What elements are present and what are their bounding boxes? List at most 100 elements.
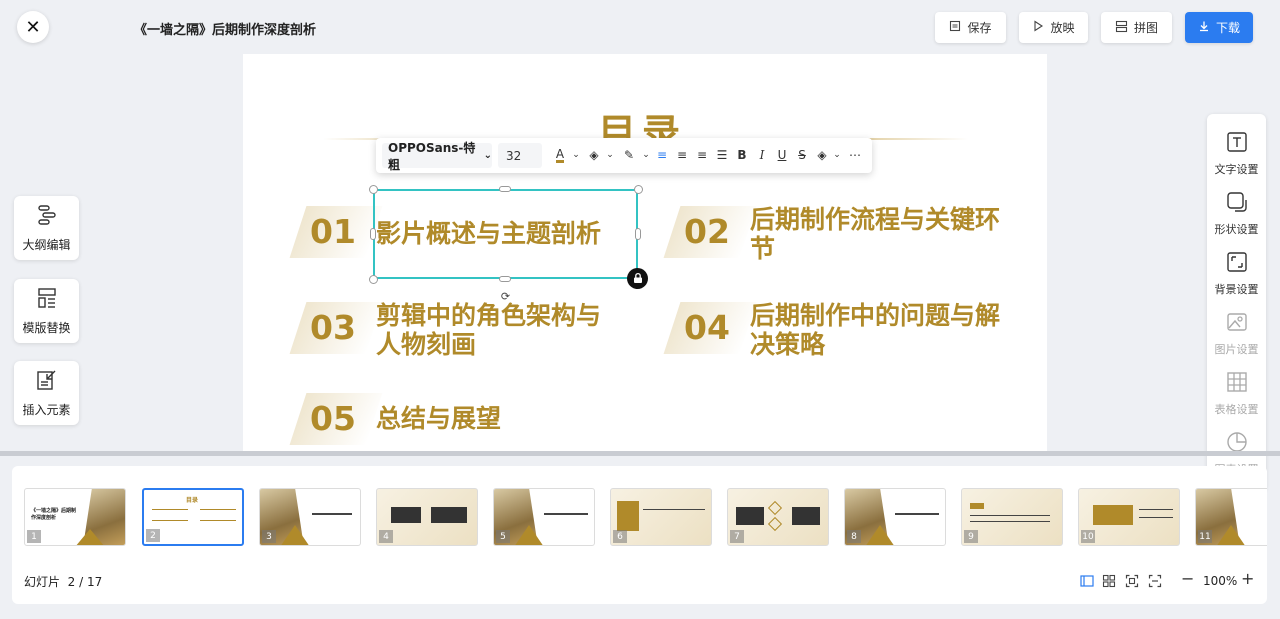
lock-icon (632, 269, 644, 288)
close-icon: ✕ (25, 16, 41, 38)
font-family-select[interactable]: OPPOSans-特粗 ⌄ (382, 141, 492, 172)
zoom-level: 100% (1203, 574, 1238, 588)
slide-thumbnail-active[interactable]: 目录 2 (142, 488, 244, 546)
table-icon (1226, 371, 1248, 396)
top-bar: ✕ 《一墙之隔》后期制作深度剖析 保存 放映 拼图 下载 (0, 0, 1280, 54)
item-number[interactable]: 04 (684, 308, 730, 347)
paint-bucket-icon: ◈ (589, 148, 599, 162)
thumbnail-strip: 《一墙之隔》后期制作深度剖析 1 目录 2 3 4 5 6 7 8 9 10 1… (12, 466, 1267, 604)
slide-thumbnail[interactable]: 10 (1078, 488, 1180, 546)
slide-thumbnail[interactable]: 5 (493, 488, 595, 546)
fit-screen-button[interactable] (1125, 573, 1141, 588)
font-color-icon: A (555, 146, 565, 163)
align-center-icon: ≡ (676, 148, 688, 162)
panel-splitter[interactable] (0, 451, 1280, 456)
resize-handle-bottom[interactable] (499, 276, 511, 282)
item-text[interactable]: 后期制作中的问题与解决策略 (750, 301, 1005, 359)
slide-canvas[interactable]: 目录 01 影片概述与主题剖析 02 后期制作流程与关键环节 03 剪辑中的角色… (243, 54, 1047, 451)
download-button[interactable]: 下载 (1185, 12, 1253, 43)
slide-thumbnail[interactable]: 7 (727, 488, 829, 546)
play-button[interactable]: 放映 (1019, 12, 1088, 43)
item-number[interactable]: 05 (310, 399, 356, 438)
normal-view-icon (1080, 573, 1094, 592)
align-left-button[interactable]: ≡ (653, 146, 671, 164)
rotate-handle[interactable]: ⟳ (498, 289, 513, 304)
chevron-down-icon[interactable]: ⌄ (828, 146, 846, 164)
resize-handle-top-left[interactable] (369, 185, 378, 194)
insert-element-button[interactable]: 插入元素 (14, 361, 79, 425)
border-color-button[interactable]: ✎ (620, 146, 638, 164)
document-title: 《一墙之隔》后期制作深度剖析 (134, 23, 317, 38)
underline-icon: U (777, 148, 787, 162)
strikethrough-button[interactable]: S (793, 146, 811, 164)
bold-button[interactable]: B (733, 146, 751, 164)
lock-button[interactable] (627, 268, 648, 289)
background-settings-button[interactable]: 背景设置 (1207, 246, 1266, 302)
resize-handle-left[interactable] (370, 228, 376, 240)
zoom-in-button[interactable]: + (1241, 569, 1254, 588)
insert-icon (35, 368, 59, 395)
rotate-icon: ⟳ (500, 290, 511, 303)
align-right-icon: ≡ (696, 148, 708, 162)
italic-button[interactable]: I (753, 146, 771, 164)
slide-thumbnail[interactable]: 3 (259, 488, 361, 546)
fullscreen-icon (1148, 573, 1162, 592)
grid-view-icon (1102, 573, 1116, 592)
item-number[interactable]: 03 (310, 308, 356, 347)
more-button[interactable]: ⋯ (846, 146, 864, 164)
slide-counter: 幻灯片 2 / 17 (24, 575, 103, 589)
slide-thumbnail[interactable]: 4 (376, 488, 478, 546)
text-settings-button[interactable]: 文字设置 (1207, 126, 1266, 182)
grid-view-button[interactable] (1102, 573, 1118, 588)
resize-handle-top[interactable] (499, 186, 511, 192)
resize-handle-top-right[interactable] (634, 185, 643, 194)
collage-button[interactable]: 拼图 (1101, 12, 1172, 43)
justify-button[interactable]: ☰ (713, 146, 731, 164)
align-left-icon: ≡ (656, 148, 668, 162)
align-center-button[interactable]: ≡ (673, 146, 691, 164)
slide-thumbnail[interactable]: 6 (610, 488, 712, 546)
zoom-out-button[interactable]: − (1181, 569, 1194, 588)
item-text[interactable]: 总结与展望 (376, 404, 626, 433)
normal-view-button[interactable] (1080, 573, 1096, 587)
fullscreen-button[interactable] (1148, 573, 1164, 588)
collage-icon (1115, 20, 1128, 36)
play-icon (1032, 20, 1044, 35)
outline-edit-button[interactable]: 大纲编辑 (14, 196, 79, 260)
item-number[interactable]: 01 (310, 212, 356, 251)
font-size-input[interactable] (498, 143, 542, 168)
selection-box[interactable] (373, 189, 638, 279)
minus-icon: − (1181, 569, 1195, 588)
save-button[interactable]: 保存 (935, 12, 1006, 43)
slide-thumbnail[interactable]: 《一墙之隔》后期制作深度剖析 1 (24, 488, 126, 546)
save-icon (949, 20, 961, 35)
shape-settings-button[interactable]: 形状设置 (1207, 186, 1266, 242)
justify-icon: ☰ (716, 148, 728, 162)
text-format-toolbar: OPPOSans-特粗 ⌄ A ⌄ ◈ ⌄ ✎ ⌄ ≡ ≡ ≡ ☰ B I U … (376, 138, 872, 173)
download-icon (1198, 20, 1210, 35)
table-settings-button[interactable]: 表格设置 (1207, 366, 1266, 422)
underline-button[interactable]: U (773, 146, 791, 164)
resize-handle-right[interactable] (635, 228, 641, 240)
item-text[interactable]: 后期制作流程与关键环节 (750, 205, 1005, 263)
chevron-down-icon: ⌄ (483, 150, 492, 161)
layers-icon: ◈ (817, 148, 827, 162)
slide-thumbnail[interactable]: 9 (961, 488, 1063, 546)
image-settings-button[interactable]: 图片设置 (1207, 306, 1266, 362)
background-icon (1226, 251, 1248, 276)
item-number[interactable]: 02 (684, 212, 730, 251)
plus-icon: + (1241, 569, 1255, 588)
template-replace-button[interactable]: 模版替换 (14, 279, 79, 343)
slide-thumbnail[interactable]: 11 (1195, 488, 1267, 546)
item-text[interactable]: 剪辑中的角色架构与人物刻画 (376, 301, 621, 359)
property-panel: 文字设置 形状设置 背景设置 图片设置 表格设置 图表设置 (1207, 114, 1266, 492)
image-icon (1226, 311, 1248, 336)
text-icon (1226, 131, 1248, 156)
chevron-down-icon[interactable]: ⌄ (601, 146, 619, 164)
chevron-down-icon[interactable]: ⌄ (567, 146, 585, 164)
bold-icon: B (737, 148, 747, 162)
resize-handle-bottom-left[interactable] (369, 275, 378, 284)
align-right-button[interactable]: ≡ (693, 146, 711, 164)
close-button[interactable]: ✕ (17, 11, 49, 43)
slide-thumbnail[interactable]: 8 (844, 488, 946, 546)
